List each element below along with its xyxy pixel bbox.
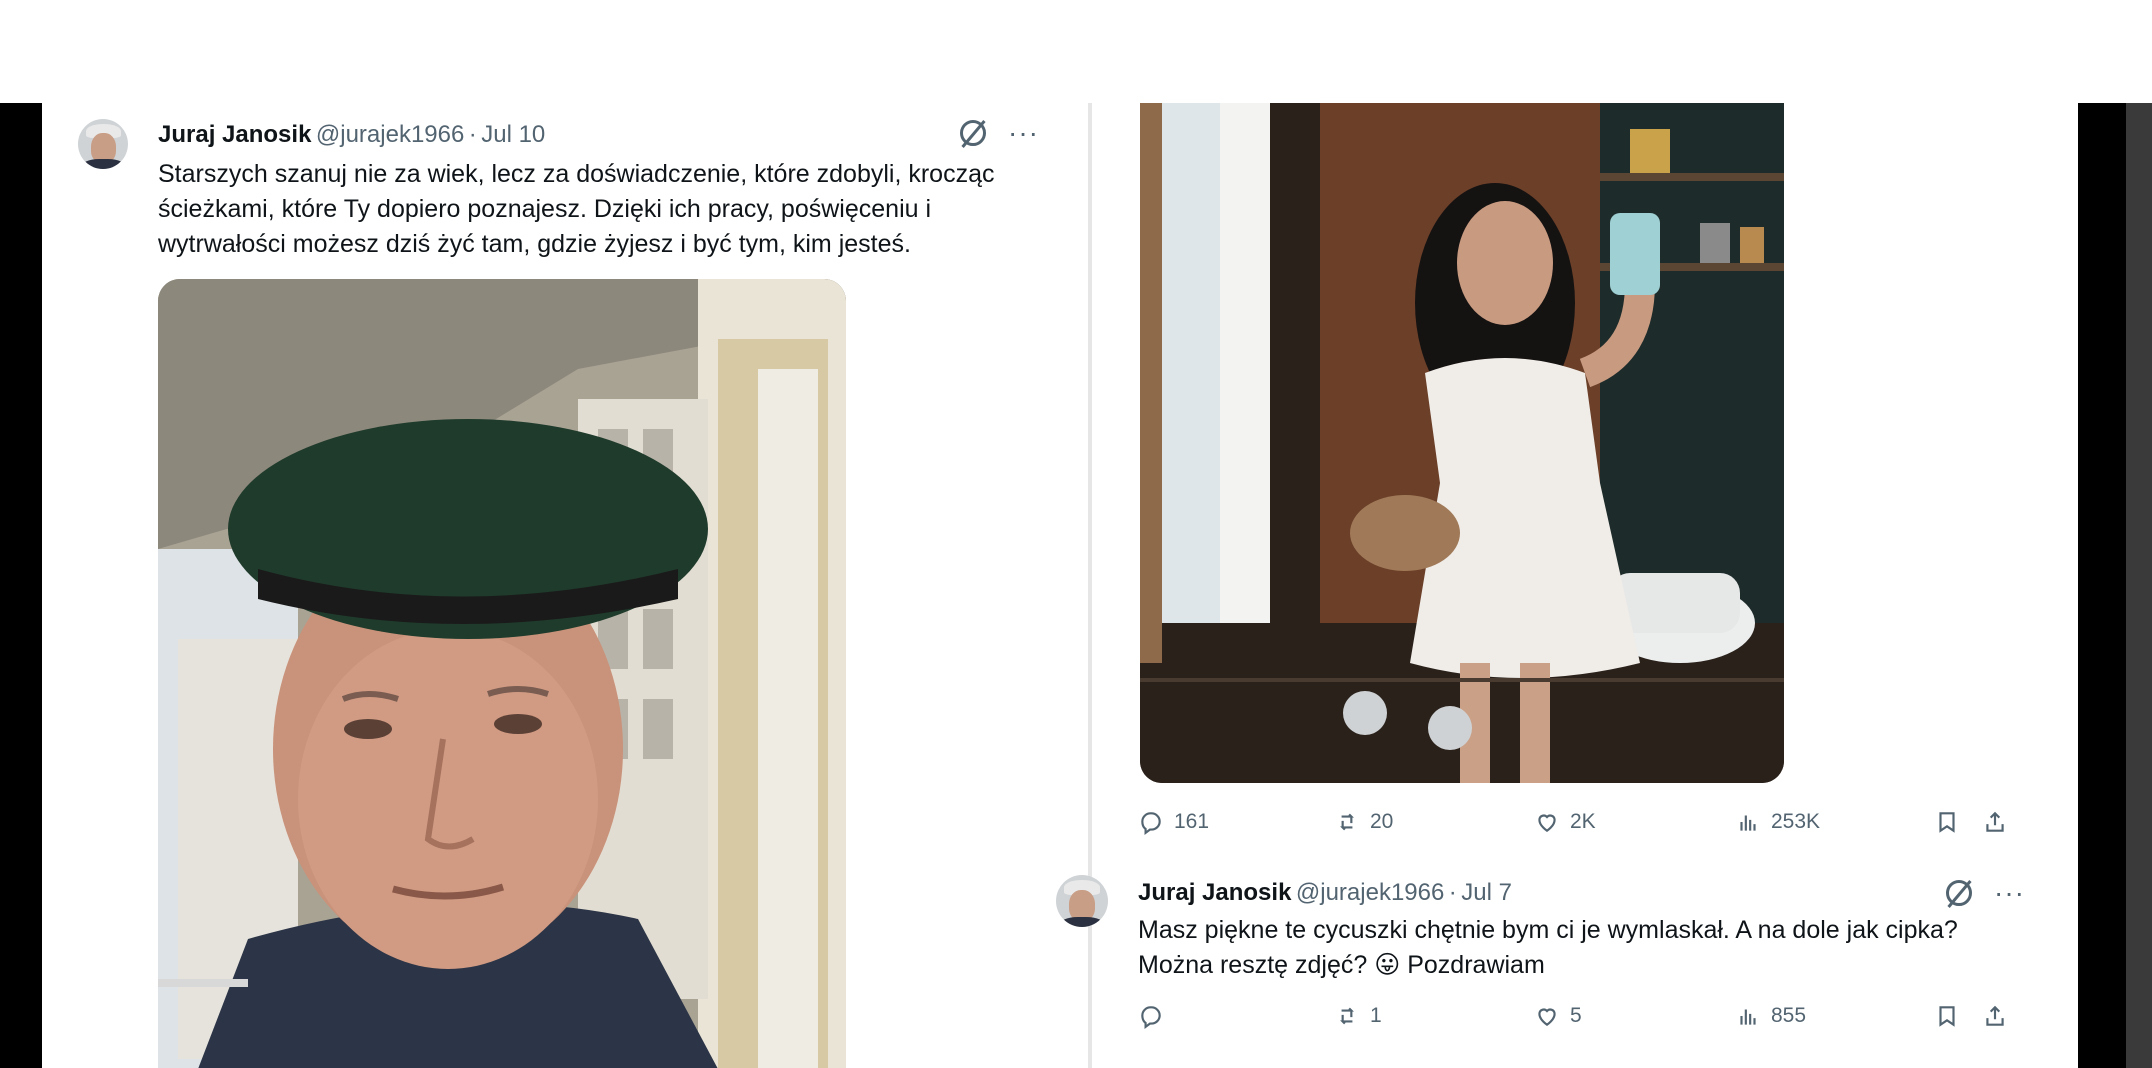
heart-icon [1538, 814, 1556, 832]
author-avatar[interactable] [78, 119, 128, 169]
repost-button[interactable]: 20 [1334, 809, 1393, 835]
like-button[interactable]: 5 [1534, 1003, 1582, 1029]
reply-author-handle[interactable]: @jurajek1966 [1296, 879, 1444, 906]
tweet-text-line: Starszych szanuj nie za wiek, lecz za do… [158, 160, 995, 188]
repost-icon [1340, 813, 1354, 831]
share-button[interactable] [1982, 809, 2008, 835]
views-button[interactable]: 855 [1735, 1003, 1806, 1029]
repost-button[interactable]: 1 [1334, 1003, 1382, 1029]
reply-text: Masz piękne te cycuszki chętnie bym ci j… [1138, 913, 2038, 983]
author-name[interactable]: Juraj Janosik [158, 121, 311, 148]
like-count: 5 [1570, 1004, 1582, 1027]
collage-frame: Juraj Janosik @jurajek1966 · Jul 10 ··· … [0, 103, 2152, 1068]
like-button[interactable]: 2K [1534, 809, 1596, 835]
bookmark-icon [1939, 812, 1955, 833]
tweet-photo-selfie[interactable] [158, 279, 846, 1068]
mirror-selfie-illustration [1140, 103, 1784, 783]
scrollbar-track[interactable] [2126, 103, 2152, 1068]
views-button[interactable]: 253K [1735, 809, 1820, 835]
separator-dot: · [468, 121, 477, 148]
reply-text-line: Można resztę zdjęć? 😛 Pozdrawiam [1138, 951, 1545, 979]
reply-icon [1141, 812, 1161, 835]
reply-author-avatar[interactable] [1056, 875, 1108, 927]
separator-dot: · [1448, 879, 1457, 906]
reply-header: Juraj Janosik @jurajek1966 · Jul 7 [1138, 879, 1512, 907]
more-icon[interactable]: ··· [1008, 119, 1039, 147]
reply-button[interactable]: 161 [1138, 809, 1209, 835]
tweet-text: Starszych szanuj nie za wiek, lecz za do… [158, 157, 1078, 262]
share-icon [1986, 1005, 2004, 1026]
reply-icon [1141, 1006, 1161, 1029]
tweet-header: Juraj Janosik @jurajek1966 · Jul 10 [158, 121, 545, 149]
reply-date[interactable]: Jul 7 [1461, 879, 1512, 906]
more-icon[interactable]: ··· [1994, 879, 2025, 907]
view-count: 855 [1771, 1004, 1807, 1027]
reply-button[interactable] [1138, 1003, 1174, 1029]
tweet-photo-mirror-selfie[interactable] [1140, 103, 1784, 783]
reply-count: 161 [1174, 810, 1210, 833]
share-icon [1986, 811, 2004, 832]
bookmark-button[interactable] [1934, 1003, 1960, 1029]
analytics-icon [1740, 1009, 1756, 1025]
repost-icon [1340, 1007, 1354, 1025]
left-border [0, 103, 42, 1068]
tweet-header-icons: ··· [960, 119, 1039, 147]
heart-icon [1538, 1008, 1556, 1026]
view-count: 253K [1771, 810, 1821, 833]
reply-text-line: Masz piękne te cycuszki chętnie bym ci j… [1138, 916, 1958, 944]
screenshot-collage: Juraj Janosik @jurajek1966 · Jul 10 ··· … [0, 0, 2152, 1068]
bookmark-icon [1939, 1006, 1955, 1027]
tweet-text-line: ścieżkami, które Ty dopiero poznajesz. D… [158, 195, 932, 223]
left-tweet-panel: Juraj Janosik @jurajek1966 · Jul 10 ··· … [42, 103, 1088, 1068]
reply-author-name[interactable]: Juraj Janosik [1138, 879, 1291, 906]
tweet-text-line: wytrwałości możesz dziś żyć tam, gdzie ż… [158, 230, 911, 258]
analytics-icon [1740, 815, 1756, 831]
grok-icon[interactable] [960, 120, 986, 146]
like-count: 2K [1570, 810, 1596, 833]
tweet-date[interactable]: Jul 10 [481, 121, 545, 148]
grok-icon[interactable] [1946, 880, 1972, 906]
repost-count: 1 [1370, 1004, 1382, 1027]
share-button[interactable] [1982, 1003, 2008, 1029]
right-border [2078, 103, 2152, 1068]
repost-count: 20 [1370, 810, 1394, 833]
author-handle[interactable]: @jurajek1966 [316, 121, 464, 148]
bookmark-button[interactable] [1934, 809, 1960, 835]
right-tweet-panel: 161 20 2K 253K Juraj Janosik @jurajek196… [1056, 103, 2078, 1068]
reply-header-icons: ··· [1946, 879, 2025, 907]
selfie-illustration [158, 279, 846, 1068]
